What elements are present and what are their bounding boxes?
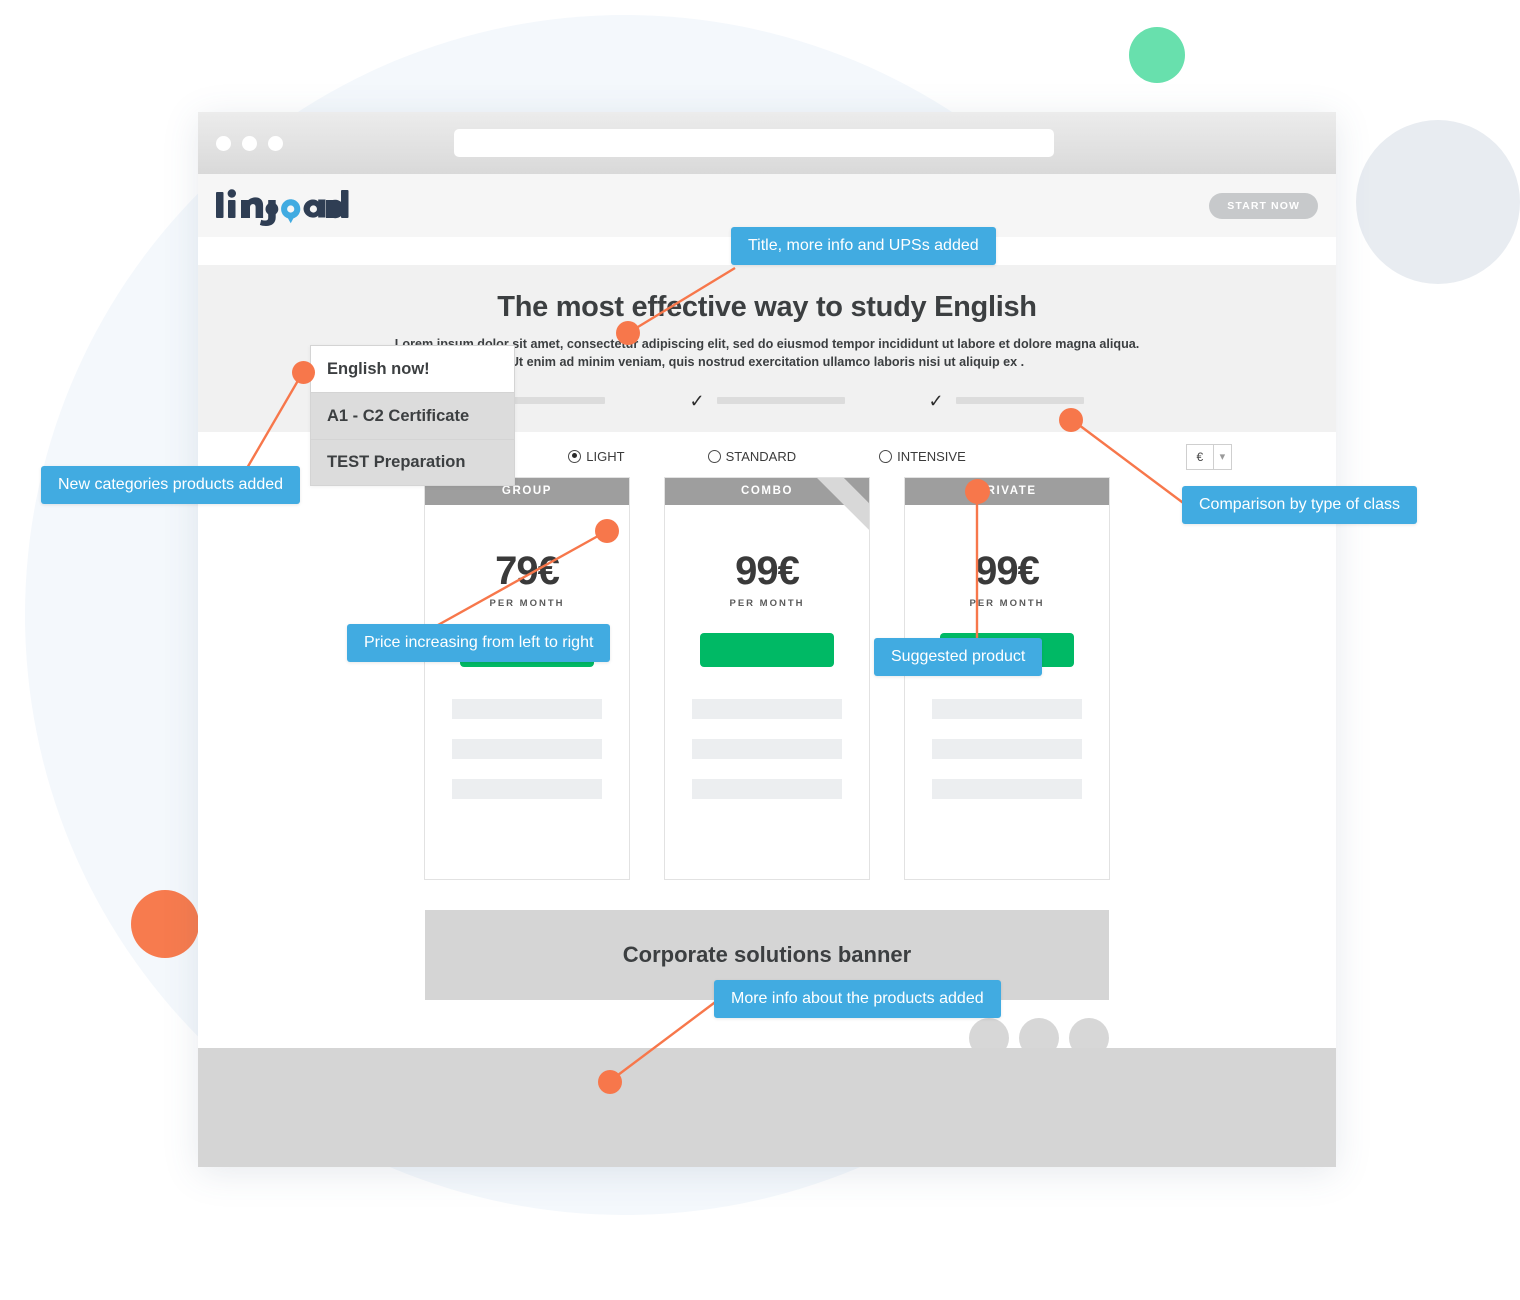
card-feature-placeholders	[452, 698, 602, 799]
feature-placeholder-bar	[452, 738, 602, 759]
page-root: START NOW The most effective way to stud…	[0, 0, 1520, 1300]
category-item-test-preparation[interactable]: TEST Preparation	[310, 439, 515, 486]
annotation-price-order[interactable]: Price increasing from left to right	[347, 624, 611, 662]
card-feature-placeholders	[932, 698, 1082, 799]
radio-option-intensive[interactable]: INTENSIVE	[879, 449, 966, 464]
feature-placeholder-bar	[452, 778, 602, 799]
background-circle-green	[1129, 27, 1185, 83]
radio-icon[interactable]	[568, 449, 582, 463]
close-icon[interactable]	[216, 135, 231, 151]
annotation-suggested[interactable]: Suggested product	[874, 638, 1043, 676]
lingoda-logo[interactable]	[214, 186, 350, 226]
currency-select[interactable]: € ▾	[1186, 443, 1232, 470]
check-icon: ✓	[689, 390, 705, 411]
annotation-more-info[interactable]: More info about the products added	[714, 980, 1001, 1018]
category-item-english-now[interactable]: English now!	[310, 345, 515, 392]
radio-icon[interactable]	[879, 449, 893, 463]
start-now-button[interactable]: START NOW	[1209, 192, 1318, 219]
minimize-icon[interactable]	[242, 135, 257, 151]
pricing-card-group[interactable]: GROUP 79€ PER MONTH	[424, 476, 630, 880]
card-cta-button[interactable]	[700, 632, 834, 667]
card-spacer	[425, 819, 629, 879]
radio-label: LIGHT	[586, 448, 625, 464]
pricing-card-private[interactable]: PRIVATE 99€ PER MONTH	[904, 476, 1110, 880]
category-list: English now! A1 - C2 Certificate TEST Pr…	[310, 345, 515, 486]
chevron-down-icon[interactable]: ▾	[1212, 444, 1231, 469]
lingoda-logo-icon	[216, 188, 349, 226]
feature-placeholder-bar	[932, 698, 1082, 719]
card-feature-placeholders	[692, 698, 842, 799]
ups-item: ✓	[929, 392, 1084, 410]
site-footer	[198, 1048, 1336, 1167]
annotation-categories[interactable]: New categories products added	[41, 466, 301, 504]
card-spacer	[665, 819, 869, 879]
annotation-title-ups[interactable]: Title, more info and UPSs added	[731, 227, 996, 265]
feature-placeholder-bar	[932, 738, 1082, 759]
card-price: 99€	[975, 548, 1040, 593]
radio-label: INTENSIVE	[897, 448, 966, 464]
card-spacer	[905, 819, 1109, 879]
feature-placeholder-bar	[452, 698, 602, 719]
pricing-card-combo[interactable]: COMBO 99€ PER MONTH	[664, 476, 870, 880]
annotation-comparison[interactable]: Comparison by type of class	[1182, 486, 1417, 524]
card-price: 79€	[495, 548, 560, 593]
background-circle-gray	[1356, 120, 1520, 284]
card-title: PRIVATE	[905, 477, 1109, 505]
feature-placeholder-bar	[692, 698, 842, 719]
pricing-cards-row: GROUP 79€ PER MONTH COMBO 99€ PER MONTH …	[198, 476, 1336, 880]
browser-chrome	[198, 112, 1336, 174]
category-item-certificate[interactable]: A1 - C2 Certificate	[310, 392, 515, 439]
ups-placeholder-bar	[955, 397, 1084, 404]
card-price: 99€	[735, 548, 800, 593]
radio-label: STANDARD	[725, 448, 797, 464]
check-icon: ✓	[928, 390, 944, 411]
ups-placeholder-bar	[716, 397, 845, 404]
card-period: PER MONTH	[489, 597, 565, 609]
ups-item: ✓	[689, 390, 845, 411]
radio-option-light[interactable]: LIGHT	[568, 448, 625, 464]
radio-icon[interactable]	[707, 449, 721, 463]
page-title: The most effective way to study English	[497, 291, 1037, 323]
card-period: PER MONTH	[969, 597, 1045, 609]
radio-option-standard[interactable]: STANDARD	[707, 448, 797, 464]
feature-placeholder-bar	[692, 778, 842, 799]
background-circle-orange	[131, 890, 199, 958]
maximize-icon[interactable]	[268, 135, 283, 151]
currency-value: €	[1196, 449, 1204, 464]
feature-placeholder-bar	[932, 778, 1082, 799]
url-input[interactable]	[454, 129, 1054, 157]
card-period: PER MONTH	[729, 597, 805, 609]
feature-placeholder-bar	[692, 738, 842, 759]
